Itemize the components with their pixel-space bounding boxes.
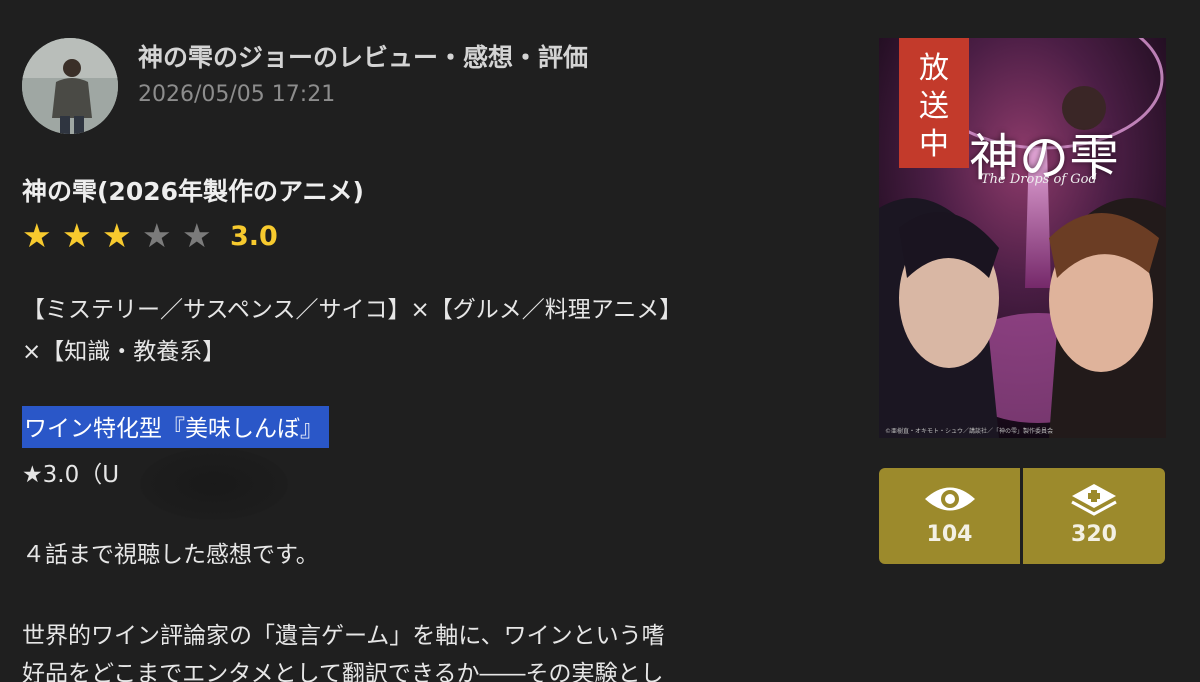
- rating-row: ★ ★ ★ ★ ★ 3.0: [22, 216, 278, 256]
- want-to-watch-button[interactable]: 320: [1023, 468, 1165, 564]
- airing-badge-char: 中: [919, 127, 949, 162]
- review-date: 2026/05/05 17:21: [138, 82, 336, 107]
- body-paragraph-line: 好品をどこまでエンタメとして翻訳できるか――その実験とし: [22, 661, 664, 682]
- anime-poster[interactable]: 神の雫 The Drops of God ©亜樹直・オキモト・シュウ／講談社／「…: [879, 38, 1166, 438]
- airing-badge: 放 送 中: [899, 38, 969, 168]
- user-avatar[interactable]: [22, 38, 118, 134]
- watched-button[interactable]: 104: [879, 468, 1020, 564]
- star-icon: ★: [62, 216, 92, 255]
- poster-subtitle: The Drops of God: [981, 172, 1097, 187]
- rating-value: 3.0: [230, 220, 278, 252]
- body-paragraph-line: 世界的ワイン評論家の「遺言ゲーム」を軸に、ワインという嗜: [22, 623, 665, 649]
- anime-title[interactable]: 神の雫(2026年製作のアニメ): [22, 172, 364, 208]
- review-page: 神の雫のジョーのレビュー・感想・評価 2026/05/05 17:21 神の雫(…: [0, 0, 1200, 682]
- genres-line: ×【知識・教養系】: [22, 339, 226, 365]
- review-heading[interactable]: 神の雫のジョーのレビュー・感想・評価: [138, 38, 588, 74]
- airing-badge-char: 放: [919, 51, 949, 86]
- body-paragraph-line: ４話まで視聴した感想です。: [22, 542, 319, 568]
- watched-count: 104: [926, 522, 973, 547]
- genres-line: 【ミステリー／サスペンス／サイコ】×【グルメ／料理アニメ】: [22, 297, 683, 323]
- star-icon: ★: [22, 216, 52, 255]
- eye-icon: [924, 487, 975, 511]
- want-count: 320: [1071, 522, 1117, 547]
- poster-credit: ©亜樹直・オキモト・シュウ／講談社／「神の雫」製作委員会: [885, 428, 1054, 435]
- avatar-photo: [22, 38, 118, 134]
- obscured-region: [140, 448, 288, 520]
- airing-badge-char: 送: [919, 89, 949, 124]
- star-icon: ★: [182, 216, 212, 255]
- plus-layers-icon: [1071, 484, 1117, 516]
- selected-text-highlight[interactable]: ワイン特化型『美味しんぼ』: [22, 406, 329, 448]
- score-line: ★3.0（U: [22, 462, 120, 488]
- star-icon: ★: [102, 216, 132, 255]
- star-icon: ★: [142, 216, 172, 255]
